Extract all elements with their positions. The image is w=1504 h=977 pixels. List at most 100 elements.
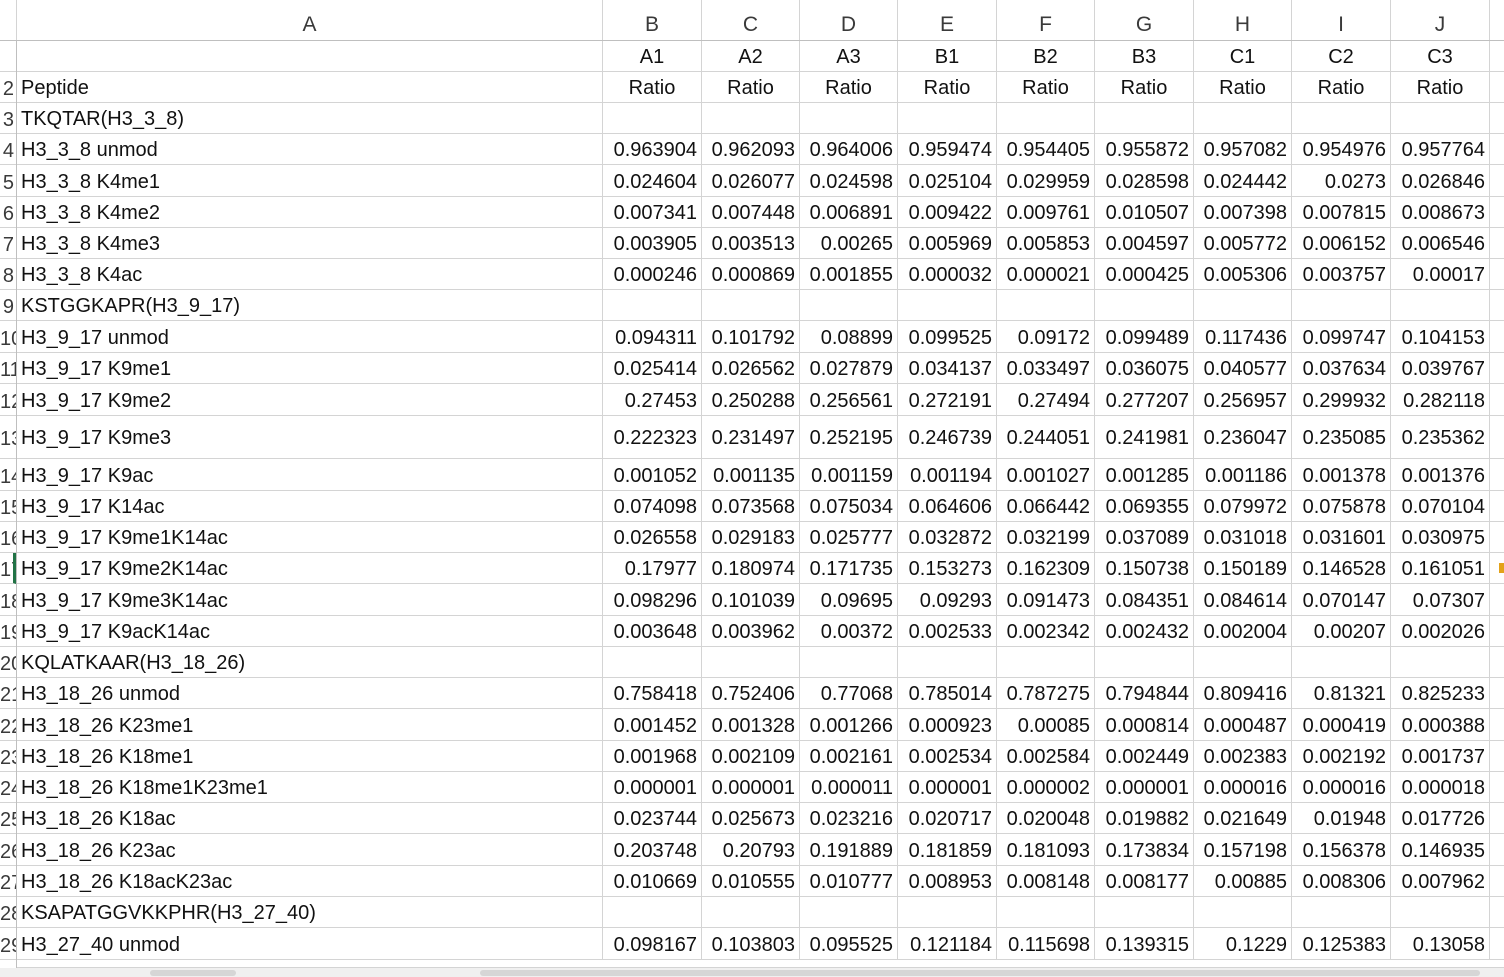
ratio-cell[interactable]: 0.025673 bbox=[702, 803, 800, 834]
empty-cell[interactable] bbox=[997, 103, 1095, 134]
peptide-label-cell[interactable]: H3_9_17 K9me3K14ac bbox=[17, 584, 603, 616]
ratio-cell[interactable]: 0.758418 bbox=[603, 678, 702, 709]
empty-cell[interactable] bbox=[702, 103, 800, 134]
peptide-label-cell[interactable]: H3_9_17 K9me3 bbox=[17, 416, 603, 459]
row-header[interactable]: 27 bbox=[0, 866, 16, 897]
cell-partial[interactable] bbox=[1490, 321, 1504, 353]
row-header[interactable]: 24 bbox=[0, 772, 16, 803]
empty-cell[interactable] bbox=[1194, 897, 1292, 928]
ratio-cell[interactable]: 0.002192 bbox=[1292, 741, 1391, 772]
ratio-cell[interactable]: 0.000011 bbox=[800, 772, 898, 803]
row-header[interactable]: 14 bbox=[0, 459, 16, 491]
ratio-cell[interactable]: 0.001378 bbox=[1292, 459, 1391, 491]
ratio-cell[interactable]: 0.002026 bbox=[1391, 616, 1490, 647]
ratio-cell[interactable]: 0.030975 bbox=[1391, 522, 1490, 553]
ratio-cell[interactable]: 0.003513 bbox=[702, 228, 800, 259]
ratio-cell[interactable]: 0.070147 bbox=[1292, 584, 1391, 616]
ratio-cell[interactable]: 0.073568 bbox=[702, 491, 800, 522]
column-header-h[interactable]: H bbox=[1194, 0, 1292, 40]
empty-cell[interactable] bbox=[898, 290, 997, 321]
ratio-cell[interactable]: 0.256957 bbox=[1194, 384, 1292, 416]
ratio-cell[interactable]: 0.252195 bbox=[800, 416, 898, 459]
row-header[interactable]: 9 bbox=[0, 290, 16, 321]
ratio-cell[interactable]: 0.075034 bbox=[800, 491, 898, 522]
empty-cell[interactable] bbox=[1391, 103, 1490, 134]
cell-partial[interactable] bbox=[1490, 103, 1504, 134]
ratio-cell[interactable]: 0.17977 bbox=[603, 553, 702, 584]
row-header[interactable] bbox=[0, 41, 16, 72]
empty-cell[interactable] bbox=[800, 103, 898, 134]
ratio-cell[interactable]: 0.957082 bbox=[1194, 134, 1292, 165]
ratio-cell[interactable]: 0.000002 bbox=[997, 772, 1095, 803]
cell-partial[interactable] bbox=[1490, 834, 1504, 866]
ratio-cell[interactable]: 0.235362 bbox=[1391, 416, 1490, 459]
ratio-cell[interactable]: 0.246739 bbox=[898, 416, 997, 459]
ratio-header-cell[interactable]: Ratio bbox=[898, 72, 997, 103]
ratio-cell[interactable]: 0.040577 bbox=[1194, 353, 1292, 384]
ratio-cell[interactable]: 0.026846 bbox=[1391, 165, 1490, 197]
ratio-cell[interactable]: 0.001452 bbox=[603, 709, 702, 741]
ratio-cell[interactable]: 0.037089 bbox=[1095, 522, 1194, 553]
ratio-cell[interactable]: 0.002161 bbox=[800, 741, 898, 772]
column-header-g[interactable]: G bbox=[1095, 0, 1194, 40]
peptide-label-cell[interactable]: H3_9_17 K9acK14ac bbox=[17, 616, 603, 647]
ratio-cell[interactable]: 0.001135 bbox=[702, 459, 800, 491]
row-header[interactable]: 29 bbox=[0, 928, 16, 960]
ratio-cell[interactable]: 0.007448 bbox=[702, 197, 800, 228]
ratio-cell[interactable]: 0.021649 bbox=[1194, 803, 1292, 834]
empty-cell[interactable] bbox=[1391, 647, 1490, 678]
ratio-cell[interactable]: 0.236047 bbox=[1194, 416, 1292, 459]
row-header[interactable]: 16 bbox=[0, 522, 16, 553]
ratio-cell[interactable]: 0.171735 bbox=[800, 553, 898, 584]
peptide-group-cell[interactable]: KSAPATGGVKKPHR(H3_27_40) bbox=[17, 897, 603, 928]
peptide-label-cell[interactable]: H3_3_8 K4me1 bbox=[17, 165, 603, 197]
cell-partial[interactable] bbox=[1490, 709, 1504, 741]
sample-header-cell[interactable]: B1 bbox=[898, 41, 997, 72]
column-header-i[interactable]: I bbox=[1292, 0, 1391, 40]
empty-cell[interactable] bbox=[1292, 897, 1391, 928]
column-header-c[interactable]: C bbox=[702, 0, 800, 40]
ratio-cell[interactable]: 0.024598 bbox=[800, 165, 898, 197]
peptide-label-cell[interactable]: H3_18_26 K18me1 bbox=[17, 741, 603, 772]
ratio-cell[interactable]: 0.066442 bbox=[997, 491, 1095, 522]
ratio-cell[interactable]: 0.00372 bbox=[800, 616, 898, 647]
sample-header-cell[interactable]: B2 bbox=[997, 41, 1095, 72]
ratio-cell[interactable]: 0.032199 bbox=[997, 522, 1095, 553]
empty-cell[interactable] bbox=[702, 647, 800, 678]
ratio-cell[interactable]: 0.098296 bbox=[603, 584, 702, 616]
empty-cell[interactable] bbox=[1095, 647, 1194, 678]
column-header-f[interactable]: F bbox=[997, 0, 1095, 40]
ratio-cell[interactable]: 0.07307 bbox=[1391, 584, 1490, 616]
ratio-cell[interactable]: 0.031018 bbox=[1194, 522, 1292, 553]
empty-cell[interactable] bbox=[997, 290, 1095, 321]
peptide-label-cell[interactable]: H3_18_26 K23ac bbox=[17, 834, 603, 866]
ratio-cell[interactable]: 0.010555 bbox=[702, 866, 800, 897]
row-header[interactable]: 18 bbox=[0, 584, 16, 616]
ratio-cell[interactable]: 0.153273 bbox=[898, 553, 997, 584]
ratio-cell[interactable]: 0.001737 bbox=[1391, 741, 1490, 772]
ratio-cell[interactable]: 0.173834 bbox=[1095, 834, 1194, 866]
sample-header-cell[interactable]: B3 bbox=[1095, 41, 1194, 72]
spreadsheet-grid[interactable]: ABCDEFGHIJ 23456789101112131415161718192… bbox=[0, 0, 1504, 977]
ratio-cell[interactable]: 0.095525 bbox=[800, 928, 898, 960]
row-header[interactable]: 10 bbox=[0, 321, 16, 353]
ratio-cell[interactable]: 0.034137 bbox=[898, 353, 997, 384]
sample-header-cell[interactable]: C2 bbox=[1292, 41, 1391, 72]
ratio-cell[interactable]: 0.27453 bbox=[603, 384, 702, 416]
ratio-cell[interactable]: 0.024442 bbox=[1194, 165, 1292, 197]
ratio-cell[interactable]: 0.005772 bbox=[1194, 228, 1292, 259]
ratio-cell[interactable]: 0.001186 bbox=[1194, 459, 1292, 491]
ratio-cell[interactable]: 0.008306 bbox=[1292, 866, 1391, 897]
ratio-cell[interactable]: 0.09172 bbox=[997, 321, 1095, 353]
ratio-cell[interactable]: 0.20793 bbox=[702, 834, 800, 866]
ratio-cell[interactable]: 0.115698 bbox=[997, 928, 1095, 960]
ratio-cell[interactable]: 0.075878 bbox=[1292, 491, 1391, 522]
ratio-cell[interactable]: 0.020048 bbox=[997, 803, 1095, 834]
ratio-cell[interactable]: 0.161051 bbox=[1391, 553, 1490, 584]
ratio-cell[interactable]: 0.00085 bbox=[997, 709, 1095, 741]
peptide-label-cell[interactable]: H3_18_26 K23me1 bbox=[17, 709, 603, 741]
ratio-cell[interactable]: 0.005969 bbox=[898, 228, 997, 259]
ratio-cell[interactable]: 0.146935 bbox=[1391, 834, 1490, 866]
ratio-cell[interactable]: 0.074098 bbox=[603, 491, 702, 522]
ratio-cell[interactable]: 0.00207 bbox=[1292, 616, 1391, 647]
